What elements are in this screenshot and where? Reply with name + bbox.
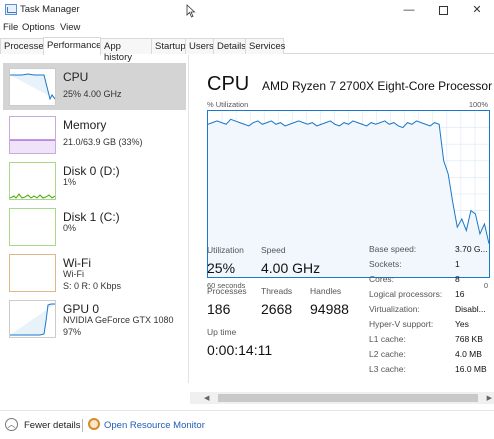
scrollbar-thumb[interactable] — [218, 394, 478, 402]
footer-bar: ︿ Fewer details Open Resource Monitor — [0, 410, 494, 439]
sidebar-item-title: Memory — [63, 118, 107, 132]
uptime-label: Up time — [207, 327, 237, 337]
close-button[interactable]: ✕ — [460, 0, 494, 20]
sidebar-item-gpu-0[interactable]: GPU 0 NVIDIA GeForce GTX 1080 97% — [3, 295, 186, 342]
maximize-icon — [438, 5, 448, 15]
menu-options[interactable]: Options — [22, 22, 55, 33]
spec-value: 1 — [455, 259, 460, 269]
disk-1-thumbnail-graph — [9, 208, 56, 246]
sidebar-item-memory[interactable]: Memory 21.0/63.9 GB (33%) — [3, 111, 186, 158]
utilization-label: Utilization — [207, 245, 244, 255]
cpu-thumbnail-graph — [9, 68, 56, 106]
cpu-utilization-graph — [207, 110, 490, 278]
menu-view[interactable]: View — [60, 22, 80, 33]
sidebar-item-detail: NVIDIA GeForce GTX 1080 — [63, 315, 174, 325]
maximize-button[interactable] — [426, 0, 460, 20]
threads-value: 2668 — [261, 301, 293, 317]
footer-divider — [82, 419, 83, 432]
spec-value: Disabl... — [455, 304, 486, 314]
wifi-thumbnail-graph — [9, 254, 56, 292]
scroll-right-icon[interactable]: ▶ — [487, 394, 492, 402]
fewer-details-link[interactable]: Fewer details — [24, 420, 81, 431]
page-title: CPU — [207, 73, 250, 95]
menu-file[interactable]: File — [3, 22, 18, 33]
mouse-cursor-icon — [186, 4, 196, 18]
sidebar-item-title: Disk 1 (C:) — [63, 210, 120, 224]
spec-label: L1 cache: — [369, 334, 406, 344]
open-resource-monitor-link[interactable]: Open Resource Monitor — [104, 420, 205, 431]
disk-0-thumbnail-graph — [9, 162, 56, 200]
utilization-value: 25% — [207, 260, 236, 276]
uptime-value: 0:00:14:11 — [207, 342, 273, 358]
spec-label: Base speed: — [369, 244, 417, 254]
cpu-detail-panel: CPU AMD Ryzen 7 2700X Eight-Core Process… — [190, 55, 494, 387]
graph-y-label: % Utilization — [207, 100, 249, 109]
sidebar-item-title: Disk 0 (D:) — [63, 164, 120, 178]
processes-value: 186 — [207, 301, 231, 317]
cpu-utilization-chart — [207, 111, 490, 277]
task-manager-icon — [5, 4, 17, 15]
tab-services[interactable]: Services — [245, 38, 285, 54]
scroll-left-icon[interactable]: ◀ — [204, 394, 209, 402]
tab-processes[interactable]: Processes — [0, 38, 48, 54]
spec-value: 768 KB — [455, 334, 483, 344]
sidebar-item-disk-0[interactable]: Disk 0 (D:) 1% — [3, 157, 186, 204]
gpu-thumbnail-graph — [9, 300, 56, 338]
chevron-up-icon[interactable]: ︿ — [5, 418, 18, 431]
spec-label: Logical processors: — [369, 289, 443, 299]
spec-label: L2 cache: — [369, 349, 406, 359]
spec-value: 16 — [455, 289, 465, 299]
spec-value: Yes — [455, 319, 469, 329]
graph-y-max: 100% — [468, 100, 488, 109]
threads-label: Threads — [261, 286, 293, 296]
sidebar-item-wifi[interactable]: Wi-Fi Wi-Fi S: 0 R: 0 Kbps — [3, 249, 186, 296]
resource-sidebar: CPU 25% 4.00 GHz Memory 21.0/63.9 GB (33… — [0, 55, 189, 383]
tab-details[interactable]: Details — [213, 38, 246, 54]
spec-label: Hyper-V support: — [369, 319, 434, 329]
handles-label: Handles — [310, 286, 342, 296]
horizontal-scrollbar[interactable]: ◀ ▶ — [190, 392, 494, 404]
tab-bar: Processes Performance App history Startu… — [0, 36, 494, 63]
title-bar: Task Manager — ✕ — [0, 0, 494, 20]
spec-label: Cores: — [369, 274, 395, 284]
handles-value: 94988 — [310, 301, 349, 317]
sidebar-item-disk-1[interactable]: Disk 1 (C:) 0% — [3, 203, 186, 250]
sidebar-item-title: CPU — [63, 70, 89, 84]
tab-performance[interactable]: Performance — [43, 37, 101, 55]
spec-value: 8 — [455, 274, 460, 284]
spec-label: L3 cache: — [369, 364, 406, 374]
memory-thumbnail-graph — [9, 116, 56, 154]
sidebar-item-detail-2: 97% — [63, 327, 82, 337]
sidebar-item-detail: 25% 4.00 GHz — [63, 89, 122, 99]
spec-value: 16.0 MB — [455, 364, 487, 374]
speed-label: Speed — [261, 245, 286, 255]
cpu-model-name: AMD Ryzen 7 2700X Eight-Core Processor — [262, 79, 493, 93]
menu-bar: File Options View — [0, 20, 494, 36]
tab-app-history[interactable]: App history — [100, 38, 152, 63]
processes-label: Processes — [207, 286, 247, 296]
sidebar-item-detail: 0% — [63, 223, 77, 233]
sidebar-item-detail: 21.0/63.9 GB (33%) — [63, 137, 143, 147]
tab-users[interactable]: Users — [185, 38, 214, 54]
spec-value: 4.0 MB — [455, 349, 482, 359]
spec-value: 3.70 G... — [455, 244, 488, 254]
sidebar-item-title: GPU 0 — [63, 302, 100, 316]
spec-label: Virtualization: — [369, 304, 420, 314]
minimize-button[interactable]: — — [392, 0, 426, 20]
window-title: Task Manager — [20, 4, 80, 15]
tab-startup[interactable]: Startup — [151, 38, 186, 54]
sidebar-item-title: Wi-Fi — [63, 256, 91, 270]
spec-label: Sockets: — [369, 259, 402, 269]
sidebar-item-cpu[interactable]: CPU 25% 4.00 GHz — [3, 63, 186, 110]
graph-y-min: 0 — [483, 281, 488, 290]
resource-monitor-icon[interactable] — [88, 418, 100, 430]
sidebar-item-detail-2: S: 0 R: 0 Kbps — [63, 281, 122, 291]
speed-value: 4.00 GHz — [261, 260, 321, 276]
sidebar-item-detail: Wi-Fi — [63, 269, 84, 279]
sidebar-item-detail: 1% — [63, 177, 77, 187]
